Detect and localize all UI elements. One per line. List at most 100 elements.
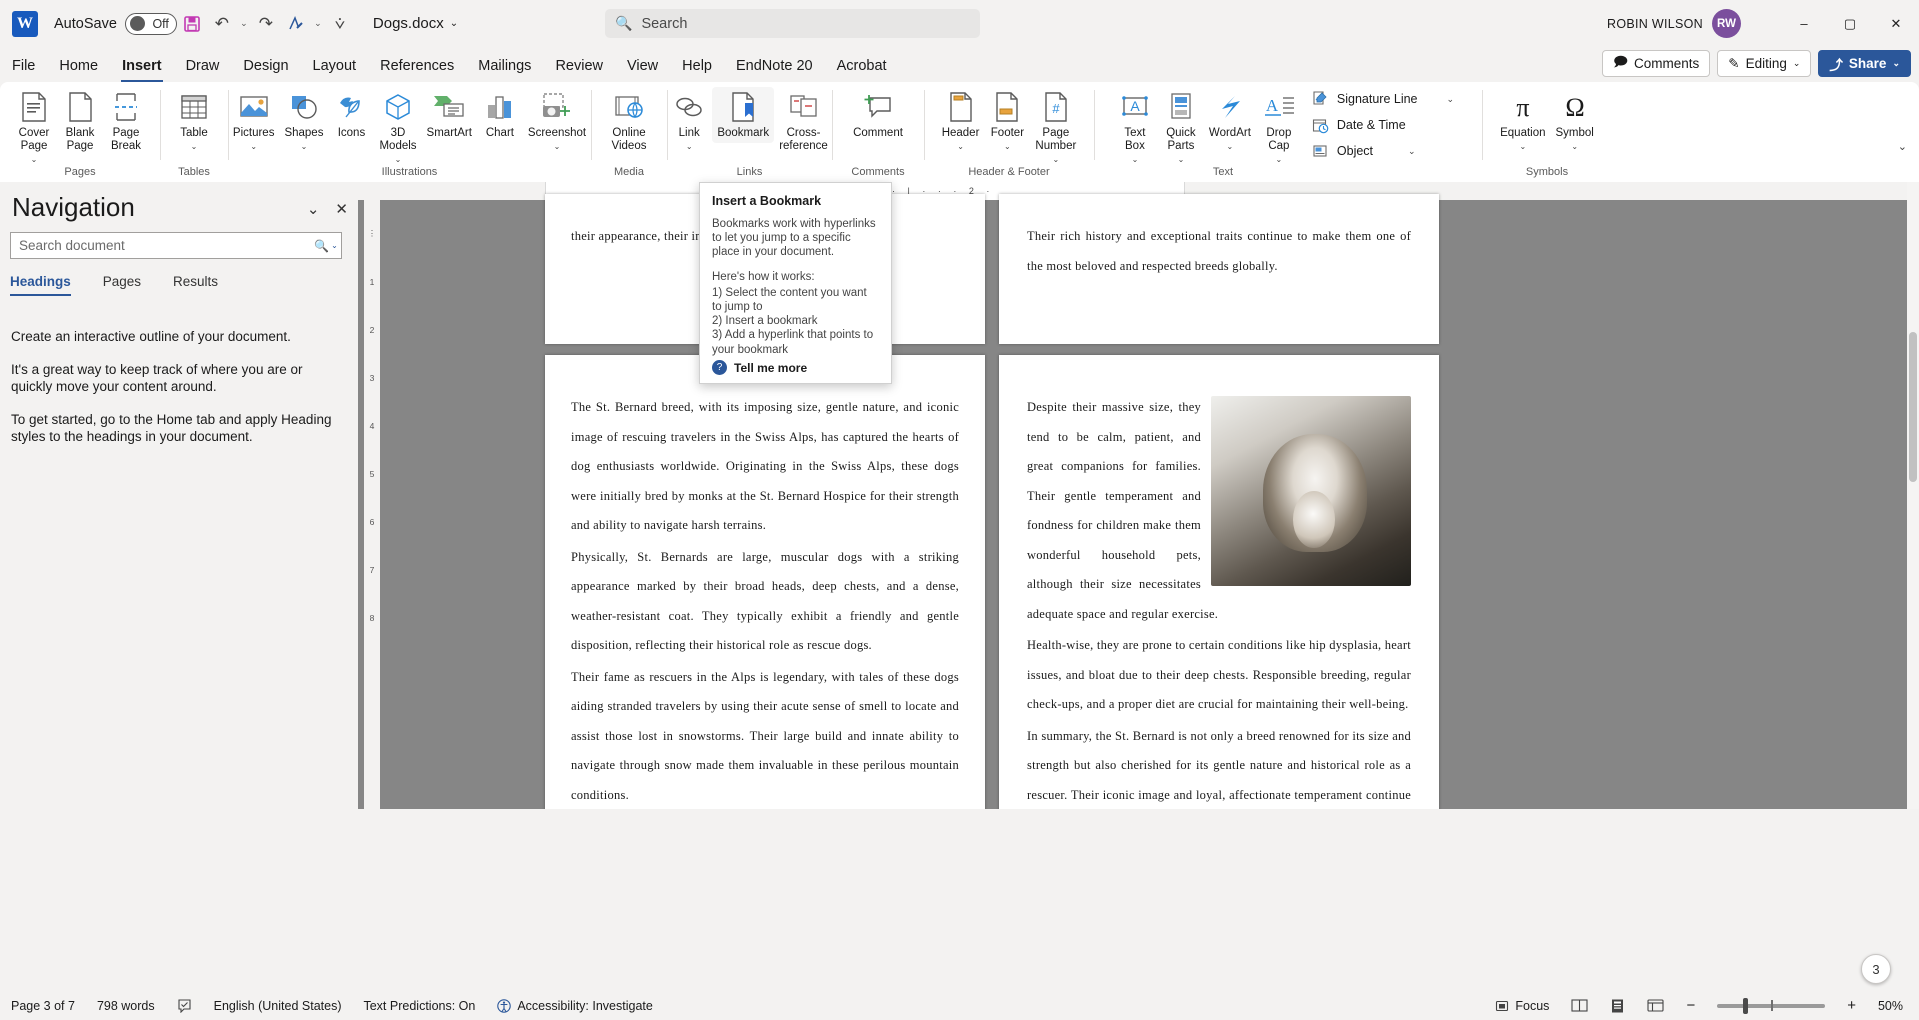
cover-page-button[interactable]: Cover Page ⌄ <box>11 87 57 169</box>
chart-button[interactable]: Chart <box>477 87 523 143</box>
document-page-previous-right[interactable]: Their rich history and exceptional trait… <box>999 194 1439 344</box>
status-page-number[interactable]: Page 3 of 7 <box>0 999 86 1013</box>
zoom-level[interactable]: 50% <box>1867 999 1919 1013</box>
blank-page-button[interactable]: Blank Page <box>57 87 103 156</box>
tab-layout[interactable]: Layout <box>301 49 369 82</box>
document-name[interactable]: Dogs.docx ⌄ <box>373 15 458 32</box>
chevron-down-icon[interactable]: ⌄ <box>1571 140 1578 153</box>
page-break-button[interactable]: Page Break <box>103 87 149 156</box>
nav-tab-results[interactable]: Results <box>173 274 218 296</box>
minimize-pane-icon[interactable]: ⌄ <box>307 200 320 218</box>
chevron-down-icon[interactable]: ⌄ <box>1408 146 1416 157</box>
quick-parts-button[interactable]: Quick Parts ⌄ <box>1158 87 1204 169</box>
tab-draw[interactable]: Draw <box>174 49 232 82</box>
vertical-ruler[interactable]: ⋮ 1 2 3 4 5 6 7 8 <box>364 200 380 809</box>
avatar[interactable]: RW <box>1712 9 1741 38</box>
screenshot-button[interactable]: Screenshot ⌄ <box>523 87 591 156</box>
bookmark-button[interactable]: Bookmark <box>712 87 774 143</box>
save-icon[interactable] <box>177 9 207 39</box>
tab-home[interactable]: Home <box>47 49 110 82</box>
tell-me-more-link[interactable]: Tell me more <box>734 361 807 375</box>
document-page-right[interactable]: Despite their massive size, they tend to… <box>999 355 1439 809</box>
page-number-button[interactable]: # Page Number ⌄ <box>1030 87 1081 169</box>
date-time-button[interactable]: Date & Time <box>1308 114 1458 136</box>
minimize-button[interactable]: – <box>1781 0 1827 47</box>
chevron-down-icon[interactable]: ⌄ <box>686 140 693 153</box>
tab-references[interactable]: References <box>368 49 466 82</box>
chevron-down-icon[interactable]: ⌄ <box>1519 140 1526 153</box>
redo-icon[interactable]: ↷ <box>251 9 281 39</box>
navigation-search-box[interactable]: 🔍⌄ <box>10 232 342 259</box>
tab-help[interactable]: Help <box>670 49 724 82</box>
signature-line-button[interactable]: Signature Line ⌄ <box>1308 88 1458 110</box>
scrollbar-thumb[interactable] <box>1909 332 1917 482</box>
chevron-down-icon[interactable]: ⌄ <box>395 153 402 166</box>
symbol-button[interactable]: Ω Symbol ⌄ <box>1551 87 1599 156</box>
tab-mailings[interactable]: Mailings <box>466 49 543 82</box>
footer-button[interactable]: Footer ⌄ <box>984 87 1030 156</box>
drop-cap-button[interactable]: A Drop Cap ⌄ <box>1256 87 1302 169</box>
comments-button[interactable]: 🗩 Comments <box>1602 50 1710 77</box>
comment-button[interactable]: Comment <box>848 87 908 143</box>
print-layout-icon[interactable] <box>1599 998 1636 1014</box>
smartart-button[interactable]: SmartArt <box>422 87 477 143</box>
proofing-icon[interactable] <box>166 998 203 1013</box>
equation-button[interactable]: π Equation ⌄ <box>1495 87 1550 156</box>
format-painter-icon[interactable] <box>281 9 311 39</box>
tab-review[interactable]: Review <box>543 49 615 82</box>
cross-reference-button[interactable]: Cross- reference <box>774 87 833 156</box>
chevron-down-icon[interactable]: ⌄ <box>1447 94 1455 105</box>
user-account[interactable]: ROBIN WILSON RW <box>1607 9 1741 38</box>
chevron-down-icon[interactable]: ⌄ <box>1132 153 1139 166</box>
link-button[interactable]: Link ⌄ <box>666 87 712 156</box>
status-language[interactable]: English (United States) <box>203 999 353 1013</box>
editing-mode-button[interactable]: ✎ Editing ⌄ <box>1717 50 1811 77</box>
search-icon[interactable]: 🔍⌄ <box>311 239 341 253</box>
web-layout-icon[interactable] <box>1636 998 1675 1013</box>
status-word-count[interactable]: 798 words <box>86 999 166 1013</box>
zoom-in-button[interactable]: + <box>1836 997 1867 1014</box>
3d-models-button[interactable]: 3D Models ⌄ <box>374 87 421 169</box>
chevron-down-icon[interactable]: ⌄ <box>191 140 198 153</box>
table-button[interactable]: Table ⌄ <box>171 87 217 156</box>
tab-acrobat[interactable]: Acrobat <box>825 49 899 82</box>
tab-design[interactable]: Design <box>231 49 300 82</box>
icons-button[interactable]: Icons <box>328 87 374 143</box>
tab-file[interactable]: File <box>0 49 47 82</box>
zoom-slider[interactable] <box>1717 1004 1825 1008</box>
undo-icon[interactable]: ↶ <box>207 9 237 39</box>
document-canvas[interactable]: · · · | · · · 1 · · · | · · · 2 · ⋮ 1 2 … <box>358 182 1919 809</box>
saint-bernard-dog-photo[interactable] <box>1211 396 1411 586</box>
status-accessibility[interactable]: Accessibility: Investigate <box>486 999 663 1013</box>
maximize-button[interactable]: ▢ <box>1827 0 1873 47</box>
nav-tab-headings[interactable]: Headings <box>10 274 71 296</box>
pictures-button[interactable]: Pictures ⌄ <box>228 87 280 156</box>
chevron-down-icon[interactable]: ⌄ <box>250 140 257 153</box>
chevron-down-icon[interactable]: ⌄ <box>1276 153 1283 166</box>
document-page-left[interactable]: The St. Bernard breed, with its imposing… <box>545 355 985 809</box>
chevron-down-icon[interactable]: ⌄ <box>31 153 38 166</box>
tab-insert[interactable]: Insert <box>110 49 174 82</box>
share-button[interactable]: ⤴ Share ⌄ <box>1818 50 1911 77</box>
zoom-out-button[interactable]: − <box>1675 997 1706 1014</box>
tooltip-footer[interactable]: ? Tell me more <box>712 360 807 375</box>
status-focus[interactable]: Focus <box>1484 999 1560 1013</box>
status-text-predictions[interactable]: Text Predictions: On <box>352 999 486 1013</box>
read-mode-icon[interactable] <box>1560 998 1599 1013</box>
chevron-down-icon[interactable]: ⌄ <box>1227 140 1234 153</box>
chevron-down-icon[interactable]: ⌄ <box>1178 153 1185 166</box>
wordart-button[interactable]: WordArt ⌄ <box>1204 87 1256 156</box>
chevron-down-icon[interactable]: ⌄ <box>957 140 964 153</box>
tab-endnote-20[interactable]: EndNote 20 <box>724 49 825 82</box>
format-dropdown-caret[interactable]: ⌄ <box>311 18 325 29</box>
chevron-down-icon[interactable]: ⌄ <box>331 241 338 250</box>
zoom-slider-thumb[interactable] <box>1743 998 1748 1014</box>
floating-action-badge[interactable]: 3 <box>1861 954 1891 984</box>
undo-dropdown-caret[interactable]: ⌄ <box>237 18 251 29</box>
chevron-down-icon[interactable]: ⌄ <box>554 140 561 153</box>
chevron-down-icon[interactable]: ⌄ <box>1004 140 1011 153</box>
search-box[interactable]: 🔍 Search <box>605 9 980 38</box>
shapes-button[interactable]: Shapes ⌄ <box>279 87 328 156</box>
autosave-toggle[interactable]: Off <box>125 13 177 35</box>
text-box-button[interactable]: A Text Box ⌄ <box>1112 87 1158 169</box>
